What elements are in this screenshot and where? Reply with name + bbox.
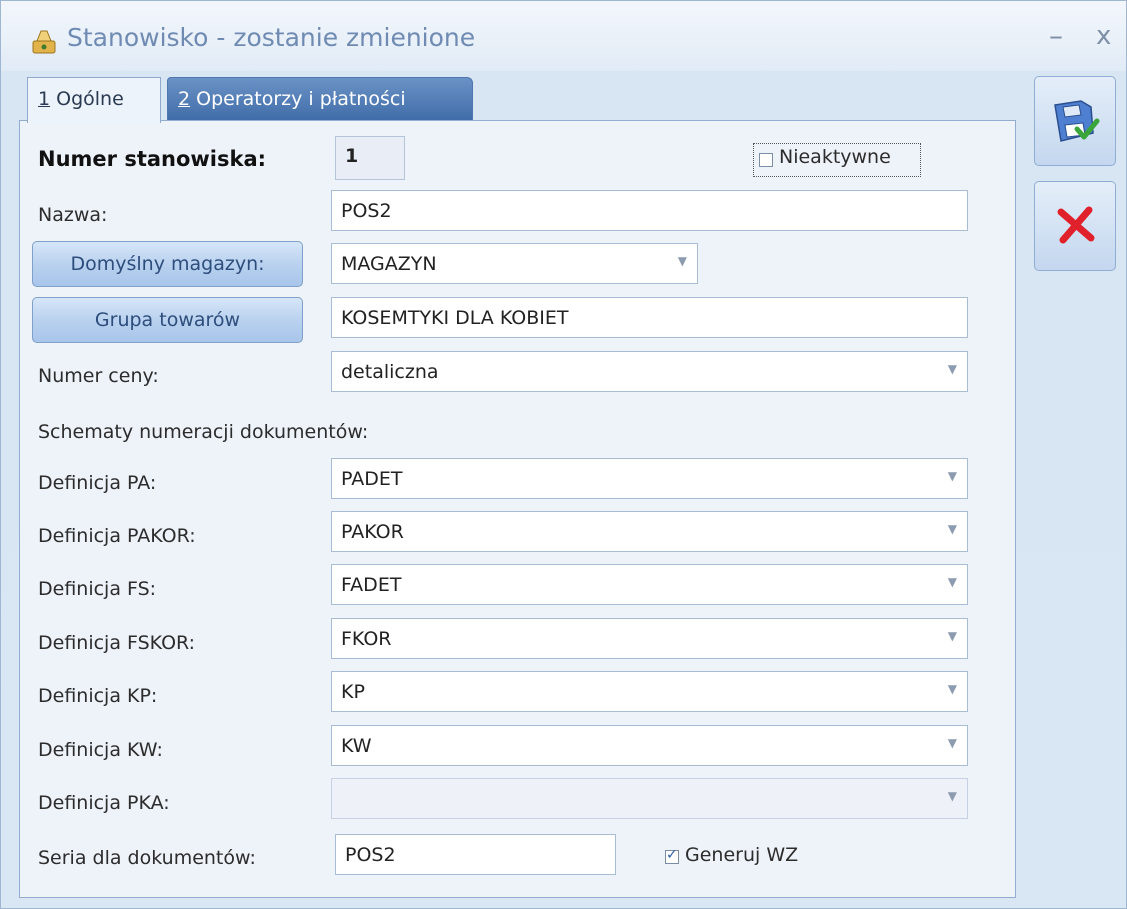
definicja-fs-select[interactable]: FADET ▼	[331, 564, 968, 605]
chevron-down-icon: ▼	[947, 362, 957, 376]
definicja-fskor-value: FKOR	[341, 628, 392, 650]
tab-operatorzy[interactable]: 2 Operatorzy i płatności	[167, 77, 473, 121]
definicja-pka-label: Definicja PKA:	[38, 792, 170, 814]
definicja-pakor-value: PAKOR	[341, 521, 404, 543]
grupa-towarow-input[interactable]: KOSEMTYKI DLA KOBIET	[331, 297, 968, 338]
tab-ogolne-label: Ogólne	[50, 88, 124, 110]
nieaktywne-checkbox[interactable]	[759, 153, 773, 167]
tab-ogolne[interactable]: 1 Ogólne	[27, 77, 161, 123]
definicja-kw-value: KW	[341, 735, 372, 757]
definicja-pa-value: PADET	[341, 468, 403, 490]
grupa-towarow-button[interactable]: Grupa towarów	[32, 297, 303, 343]
chevron-down-icon: ▼	[947, 736, 957, 750]
title-bar: Stanowisko - zostanie zmienione – x	[1, 1, 1126, 71]
definicja-pa-select[interactable]: PADET ▼	[331, 458, 968, 499]
domyslny-magazyn-button[interactable]: Domyślny magazyn:	[32, 241, 303, 287]
generuj-wz-checkbox[interactable]	[665, 847, 679, 864]
cancel-button[interactable]	[1034, 181, 1116, 271]
definicja-kw-select[interactable]: KW ▼	[331, 725, 968, 766]
definicja-fskor-select[interactable]: FKOR ▼	[331, 618, 968, 659]
save-icon	[1051, 99, 1101, 149]
numer-stanowiska-label: Numer stanowiska:	[38, 147, 267, 171]
numer-ceny-select[interactable]: detaliczna ▼	[331, 351, 968, 392]
chevron-down-icon: ▼	[947, 469, 957, 483]
seria-label: Seria dla dokumentów:	[38, 847, 256, 869]
chevron-down-icon: ▼	[677, 254, 687, 268]
definicja-pakor-label: Definicja PAKOR:	[38, 525, 196, 547]
chevron-down-icon: ▼	[947, 682, 957, 696]
close-button[interactable]: x	[1096, 21, 1111, 51]
dialog-window: Stanowisko - zostanie zmienione – x 1 Og…	[0, 0, 1127, 909]
nieaktywne-label[interactable]: Nieaktywne	[779, 146, 891, 168]
chevron-down-icon: ▼	[947, 789, 957, 803]
definicja-pa-label: Definicja PA:	[38, 472, 157, 494]
chevron-down-icon: ▼	[947, 629, 957, 643]
chevron-down-icon: ▼	[947, 575, 957, 589]
window-title: Stanowisko - zostanie zmienione	[67, 23, 476, 52]
cancel-icon	[1055, 204, 1097, 250]
chevron-down-icon: ▼	[947, 522, 957, 536]
magazyn-select-value: MAGAZYN	[341, 253, 437, 275]
seria-input[interactable]: POS2	[335, 834, 616, 875]
tab-ogolne-hotkey: 1	[38, 88, 51, 110]
definicja-fskor-label: Definicja FSKOR:	[38, 632, 196, 654]
numer-stanowiska-field: 1	[335, 136, 405, 180]
definicja-pka-select: ▼	[331, 778, 968, 819]
definicja-fs-label: Definicja FS:	[38, 578, 157, 600]
nazwa-input[interactable]: POS2	[331, 190, 968, 231]
numer-ceny-value: detaliczna	[341, 361, 439, 383]
definicja-kp-select[interactable]: KP ▼	[331, 671, 968, 712]
save-button[interactable]	[1034, 76, 1116, 166]
tab-operatorzy-label: Operatorzy i płatności	[190, 88, 406, 110]
app-icon	[29, 27, 59, 57]
definicja-pakor-select[interactable]: PAKOR ▼	[331, 511, 968, 552]
tab-operatorzy-hotkey: 2	[178, 88, 191, 110]
magazyn-select[interactable]: MAGAZYN ▼	[331, 243, 698, 284]
minimize-button[interactable]: –	[1049, 19, 1063, 52]
schematy-label: Schematy numeracji dokumentów:	[38, 421, 369, 443]
definicja-fs-value: FADET	[341, 574, 402, 596]
generuj-wz-label[interactable]: Generuj WZ	[685, 844, 798, 866]
numer-ceny-label: Numer ceny:	[38, 365, 159, 387]
definicja-kw-label: Definicja KW:	[38, 739, 163, 761]
definicja-kp-value: KP	[341, 681, 365, 703]
definicja-kp-label: Definicja KP:	[38, 685, 158, 707]
nazwa-label: Nazwa:	[38, 204, 108, 226]
